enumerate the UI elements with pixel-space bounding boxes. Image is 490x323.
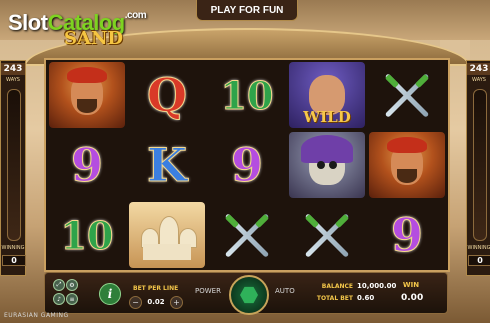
game-logo: SAND [64,28,124,49]
winning-label: WINNING [1,245,25,251]
gear-icon[interactable]: ⚙ [66,279,78,291]
spin-button[interactable] [229,275,269,315]
total-bet-value: 0.60 [357,294,375,302]
reel-5: 9 [367,60,447,270]
winning-value: 0 [2,255,26,266]
spin-icon [240,286,258,304]
symbol-letter: 10 [60,212,114,258]
ways-count: 243 [467,63,490,75]
total-bet-label: TOTAL BET [316,295,353,302]
balance-label: BALANCE [321,283,353,290]
info-button[interactable]: i [99,283,121,305]
menu-icon[interactable]: ≡ [66,293,78,305]
symbol-k: K [129,132,205,198]
side-meter [473,89,487,241]
bet-per-line-label: BET PER LINE [133,285,179,292]
reel-4: WILD [287,60,367,270]
wild-princess-symbol: WILD [289,62,365,128]
arab-man-symbol [49,62,125,128]
symbol-10: 10 [49,202,125,268]
settings-group: ⤢ ⚙ ♪ ≡ [53,279,78,307]
play-for-fun-button[interactable]: PLAY FOR FUN [196,0,298,21]
bet-increase-button[interactable]: + [170,295,183,309]
symbol-letter: 9 [70,138,103,193]
arab-man-symbol [369,132,445,198]
ways-panel-left: 243 WAYS WINNING 0 [0,60,26,276]
skull-symbol [289,132,365,198]
bet-per-line-value: 0.02 [147,298,165,306]
win-value: 0.00 [401,293,424,303]
bet-per-line-stepper: − 0.02 + [129,295,189,309]
symbol-q: Q [129,62,205,128]
reel-grid: 9 10 Q K 10 9 WILD 9 [44,58,450,272]
control-bar: ⤢ ⚙ ♪ ≡ i BET PER LINE − 0.02 + POWER AU… [44,272,448,315]
bet-decrease-button[interactable]: − [129,295,142,309]
reel-3: 10 9 [207,60,287,270]
reel-2: QK [127,60,207,270]
symbol-9: 9 [209,132,285,198]
wild-label: WILD [303,108,351,126]
balance-value: 10,000.00 [357,282,397,290]
symbol-letter: 9 [230,138,263,193]
crossed-swords-symbol [209,202,285,268]
palace-symbol [129,202,205,268]
symbol-letter: K [147,138,188,193]
crossed-swords-symbol [289,202,365,268]
symbol-letter: 10 [220,72,274,118]
winning-label: WINNING [467,245,490,251]
autoplay-button[interactable]: AUTO [275,287,295,295]
ways-panel-right: 243 WAYS WINNING 0 [466,60,490,276]
symbol-9: 9 [49,132,125,198]
power-button[interactable]: POWER [195,287,221,295]
ways-label: WAYS [6,77,20,83]
crossed-swords-symbol [369,62,445,128]
provider-logo: EURASIAN GAMING [4,312,69,319]
symbol-letter: 9 [390,208,423,263]
logo-area: SlotCatalog.com SAND [4,4,154,49]
winning-value: 0 [468,255,490,266]
symbol-10: 10 [209,62,285,128]
reel-1: 9 10 [47,60,127,270]
symbol-letter: Q [146,68,188,123]
symbol-9: 9 [369,202,445,268]
ways-label: WAYS [472,77,486,83]
sound-icon[interactable]: ♪ [53,293,65,305]
win-label: WIN [402,281,420,289]
expand-icon[interactable]: ⤢ [53,279,65,291]
ways-count: 243 [1,63,25,75]
side-meter [7,89,21,241]
